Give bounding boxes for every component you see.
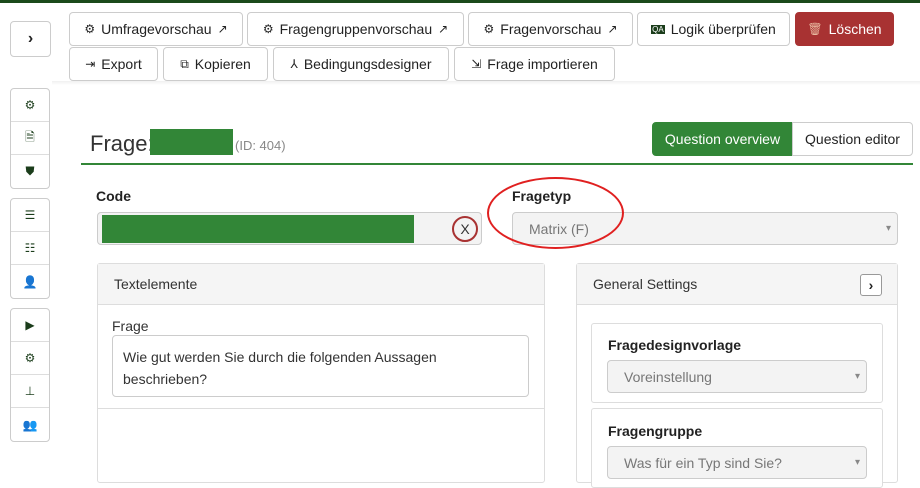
group-setting: Fragengruppe Was für ein Typ sind Sie?: [591, 408, 883, 488]
toolbar-shadow: [52, 81, 920, 85]
copy-button[interactable]: ⧉ Kopieren: [163, 47, 268, 81]
sidebar-item-plugins[interactable]: ⚙: [11, 342, 49, 375]
gear-icon: ⚙: [24, 351, 36, 365]
cogs-icon: ⚙: [24, 98, 36, 112]
delete-button[interactable]: 🗑 Löschen: [795, 12, 894, 46]
question-preview-button[interactable]: ⚙ Fragenvorschau ↗: [468, 12, 633, 46]
trash-icon: 🗑: [807, 22, 823, 36]
copy-icon: ⧉: [180, 56, 189, 71]
fork-icon: ⅄: [290, 57, 298, 71]
sidebar-item-participants[interactable]: 👤: [11, 265, 49, 298]
qa-icon: QA: [651, 24, 665, 34]
condition-designer-button[interactable]: ⅄ Bedingungsdesigner: [273, 47, 449, 81]
export-icon: ⇥: [85, 57, 96, 71]
template-label: Fragedesignvorlage: [608, 337, 742, 353]
sidebar-item-sitemap[interactable]: ⊥: [11, 375, 49, 408]
group-select[interactable]: Was für ein Typ sind Sie?: [607, 446, 867, 479]
sidebar-item-list[interactable]: ☰: [11, 199, 49, 232]
sidebar-item-text[interactable]: 🗎: [11, 122, 49, 155]
export-button[interactable]: ⇥ Export: [69, 47, 158, 81]
check-logic-button[interactable]: QA Logik überprüfen: [637, 12, 790, 46]
expand-sidebar-button[interactable]: ›: [10, 21, 51, 57]
file-text-icon: 🗎: [25, 129, 35, 144]
tab-question-overview[interactable]: Question overview: [652, 122, 793, 156]
sidebar-group-structure: ☰ ☷ 👤: [10, 198, 50, 299]
question-text-input[interactable]: Wie gut werden Sie durch die folgenden A…: [112, 335, 529, 397]
gear-icon: ⚙: [262, 22, 274, 36]
text-elements-panel: Textelemente Frage Wie gut werden Sie du…: [97, 263, 545, 483]
external-link-icon: ↗: [217, 22, 228, 36]
sidebar-group-tools: ▶ ⚙ ⊥ 👥: [10, 308, 50, 442]
sidebar-group-settings: ⚙ 🗎 ⛊: [10, 88, 50, 189]
group-label: Fragengruppe: [608, 423, 703, 439]
expand-settings-button[interactable]: ›: [860, 274, 882, 296]
code-input[interactable]: X: [97, 212, 482, 245]
gear-icon: ⚙: [84, 22, 96, 36]
list-alt-icon: ☷: [24, 241, 36, 255]
general-settings-header: General Settings: [577, 264, 897, 305]
top-bar: [0, 0, 920, 3]
external-link-icon: ↗: [438, 22, 449, 36]
user-icon: 👤: [22, 274, 38, 289]
survey-preview-button[interactable]: ⚙ Umfragevorschau ↗: [69, 12, 243, 46]
users-icon: 👥: [22, 417, 38, 432]
tab-question-editor[interactable]: Question editor: [792, 122, 913, 156]
list-icon: ☰: [24, 208, 36, 222]
code-label: Code: [96, 188, 131, 204]
clear-code-button[interactable]: X: [452, 216, 478, 242]
question-id: (ID: 404): [235, 138, 286, 153]
shield-icon: ⛊: [25, 164, 35, 178]
template-select[interactable]: Voreinstellung: [607, 360, 867, 393]
import-question-button[interactable]: ⇲ Frage importieren: [454, 47, 615, 81]
panel-divider: [98, 408, 544, 409]
group-preview-button[interactable]: ⚙ Fragengruppenvorschau ↗: [247, 12, 464, 46]
gear-icon: ⚙: [483, 22, 495, 36]
sitemap-icon: ⊥: [24, 384, 36, 398]
general-settings-panel: General Settings › Fragedesignvorlage Vo…: [576, 263, 898, 488]
question-text-label: Frage: [112, 318, 149, 334]
play-icon: ▶: [25, 318, 35, 332]
sidebar-item-settings[interactable]: ⚙: [11, 89, 49, 122]
sidebar-item-users[interactable]: 👥: [11, 408, 49, 441]
sidebar-item-security[interactable]: ⛊: [11, 155, 49, 188]
redacted-title: [150, 129, 233, 155]
chevron-right-icon: ›: [27, 30, 34, 47]
highlight-ellipse: [487, 177, 624, 249]
title-divider: [81, 163, 913, 165]
sidebar-item-run[interactable]: ▶: [11, 309, 49, 342]
page-title: Frage:: [90, 131, 154, 156]
text-elements-header: Textelemente: [98, 264, 544, 305]
import-icon: ⇲: [471, 57, 482, 71]
external-link-icon: ↗: [607, 22, 618, 36]
chevron-right-icon: ›: [868, 277, 874, 293]
template-setting: Fragedesignvorlage Voreinstellung: [591, 323, 883, 403]
redacted-code: [102, 215, 414, 243]
sidebar-item-list-alt[interactable]: ☷: [11, 232, 49, 265]
